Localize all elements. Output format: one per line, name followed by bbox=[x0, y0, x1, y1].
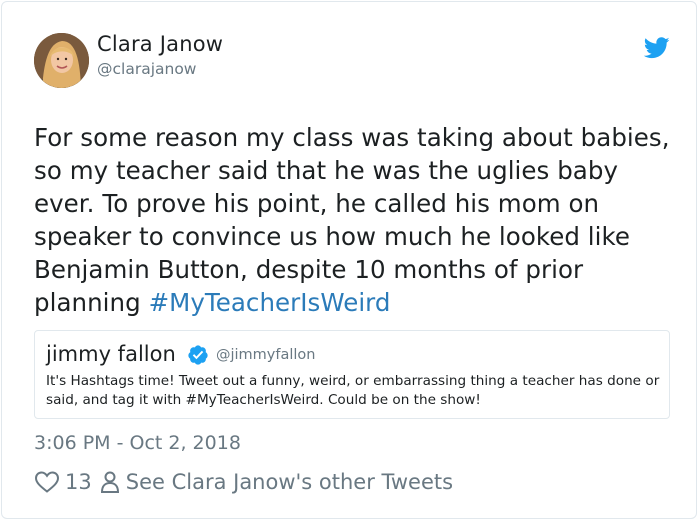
quoted-author-name[interactable]: jimmy fallon bbox=[46, 342, 176, 366]
other-tweets-link[interactable]: See Clara Janow's other Tweets bbox=[126, 470, 453, 494]
quoted-tweet-text: It's Hashtags time! Tweet out a funny, w… bbox=[46, 373, 660, 408]
like-count[interactable]: 13 bbox=[65, 470, 92, 494]
quoted-author-handle[interactable]: @jimmyfallon bbox=[216, 347, 316, 363]
author-name[interactable]: Clara Janow bbox=[97, 32, 223, 56]
person-icon bbox=[99, 470, 121, 494]
tweet-card: Clara Janow @clarajanow For some reason … bbox=[1, 1, 697, 519]
quoted-tweet[interactable]: jimmy fallon @jimmyfallon It's Hashtags … bbox=[34, 330, 670, 419]
author-handle[interactable]: @clarajanow bbox=[97, 60, 197, 78]
verified-badge-icon bbox=[187, 344, 209, 366]
twitter-bird-icon[interactable] bbox=[643, 37, 670, 59]
tweet-actions: 13 See Clara Janow's other Tweets bbox=[34, 468, 453, 496]
hashtag-link[interactable]: #MyTeacherIsWeird bbox=[149, 288, 391, 317]
tweet-timestamp[interactable]: 3:06 PM - Oct 2, 2018 bbox=[34, 432, 241, 454]
heart-icon[interactable] bbox=[34, 470, 60, 494]
avatar[interactable] bbox=[34, 33, 89, 88]
tweet-text: For some reason my class was taking abou… bbox=[34, 121, 674, 319]
